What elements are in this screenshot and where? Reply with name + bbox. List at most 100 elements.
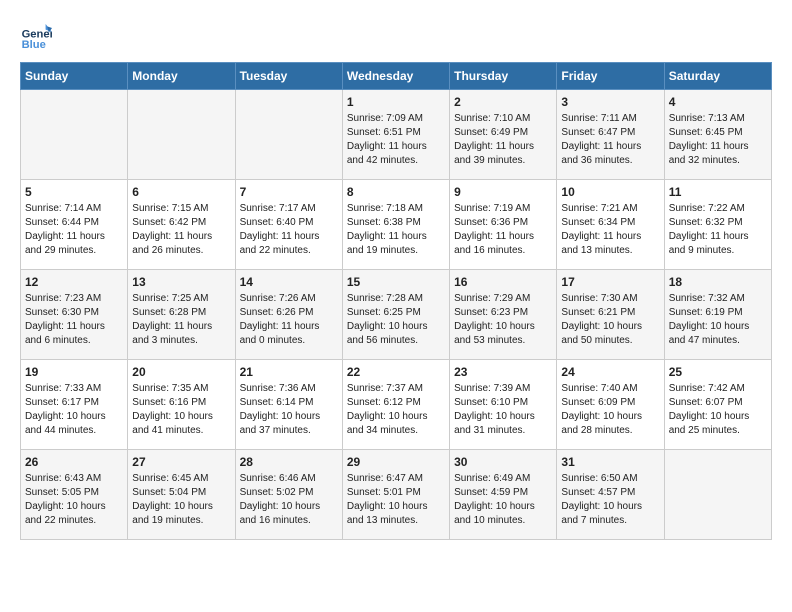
calendar-cell: 2 Sunrise: 7:10 AMSunset: 6:49 PMDaylight… (450, 90, 557, 180)
calendar-cell (128, 90, 235, 180)
weekday-header-sunday: Sunday (21, 63, 128, 90)
day-number: 19 (25, 365, 123, 379)
day-info: Sunrise: 7:35 AMSunset: 6:16 PMDaylight:… (132, 382, 230, 438)
week-row-4: 19 Sunrise: 7:33 AMSunset: 6:17 PMDayligh… (21, 360, 772, 450)
day-number: 16 (454, 275, 552, 289)
day-info: Sunrise: 7:28 AMSunset: 6:25 PMDaylight:… (347, 292, 445, 348)
calendar-cell: 5 Sunrise: 7:14 AMSunset: 6:44 PMDaylight… (21, 180, 128, 270)
calendar-table: SundayMondayTuesdayWednesdayThursdayFrid… (20, 62, 772, 540)
day-number: 8 (347, 185, 445, 199)
calendar-cell: 24 Sunrise: 7:40 AMSunset: 6:09 PMDayligh… (557, 360, 664, 450)
day-info: Sunrise: 6:46 AMSunset: 5:02 PMDaylight:… (240, 472, 338, 528)
weekday-header-wednesday: Wednesday (342, 63, 449, 90)
calendar-cell: 31 Sunrise: 6:50 AMSunset: 4:57 PMDayligh… (557, 450, 664, 540)
calendar-cell: 7 Sunrise: 7:17 AMSunset: 6:40 PMDaylight… (235, 180, 342, 270)
calendar-cell: 23 Sunrise: 7:39 AMSunset: 6:10 PMDayligh… (450, 360, 557, 450)
calendar-cell: 8 Sunrise: 7:18 AMSunset: 6:38 PMDaylight… (342, 180, 449, 270)
day-info: Sunrise: 7:32 AMSunset: 6:19 PMDaylight:… (669, 292, 767, 348)
day-info: Sunrise: 7:33 AMSunset: 6:17 PMDaylight:… (25, 382, 123, 438)
week-row-1: 1 Sunrise: 7:09 AMSunset: 6:51 PMDaylight… (21, 90, 772, 180)
day-number: 3 (561, 95, 659, 109)
calendar-cell: 10 Sunrise: 7:21 AMSunset: 6:34 PMDayligh… (557, 180, 664, 270)
day-number: 25 (669, 365, 767, 379)
day-number: 23 (454, 365, 552, 379)
calendar-cell: 17Sunrise: 7:30 AMSunset: 6:21 PMDayligh… (557, 270, 664, 360)
day-number: 9 (454, 185, 552, 199)
day-number: 4 (669, 95, 767, 109)
calendar-cell: 22Sunrise: 7:37 AMSunset: 6:12 PMDayligh… (342, 360, 449, 450)
day-number: 28 (240, 455, 338, 469)
page-header: General Blue (20, 20, 772, 52)
day-info: Sunrise: 7:10 AMSunset: 6:49 PMDaylight:… (454, 112, 552, 168)
day-number: 29 (347, 455, 445, 469)
day-info: Sunrise: 7:19 AMSunset: 6:36 PMDaylight:… (454, 202, 552, 258)
day-info: Sunrise: 7:40 AMSunset: 6:09 PMDaylight:… (561, 382, 659, 438)
weekday-header-friday: Friday (557, 63, 664, 90)
day-number: 26 (25, 455, 123, 469)
calendar-cell: 1 Sunrise: 7:09 AMSunset: 6:51 PMDaylight… (342, 90, 449, 180)
logo-icon: General Blue (20, 20, 52, 52)
day-info: Sunrise: 7:36 AMSunset: 6:14 PMDaylight:… (240, 382, 338, 438)
day-number: 27 (132, 455, 230, 469)
day-info: Sunrise: 7:37 AMSunset: 6:12 PMDaylight:… (347, 382, 445, 438)
day-info: Sunrise: 7:09 AMSunset: 6:51 PMDaylight:… (347, 112, 445, 168)
calendar-cell: 16 Sunrise: 7:29 AMSunset: 6:23 PMDayligh… (450, 270, 557, 360)
calendar-cell: 30Sunrise: 6:49 AMSunset: 4:59 PMDayligh… (450, 450, 557, 540)
weekday-header-saturday: Saturday (664, 63, 771, 90)
day-number: 14 (240, 275, 338, 289)
day-info: Sunrise: 7:30 AMSunset: 6:21 PMDaylight:… (561, 292, 659, 348)
weekday-header-monday: Monday (128, 63, 235, 90)
day-info: Sunrise: 6:45 AMSunset: 5:04 PMDaylight:… (132, 472, 230, 528)
weekday-header-tuesday: Tuesday (235, 63, 342, 90)
calendar-cell: 27 Sunrise: 6:45 AMSunset: 5:04 PMDayligh… (128, 450, 235, 540)
day-number: 31 (561, 455, 659, 469)
calendar-cell: 28 Sunrise: 6:46 AMSunset: 5:02 PMDayligh… (235, 450, 342, 540)
day-info: Sunrise: 7:26 AMSunset: 6:26 PMDaylight:… (240, 292, 338, 348)
calendar-cell: 20Sunrise: 7:35 AMSunset: 6:16 PMDayligh… (128, 360, 235, 450)
day-info: Sunrise: 7:15 AMSunset: 6:42 PMDaylight:… (132, 202, 230, 258)
day-number: 13 (132, 275, 230, 289)
calendar-cell: 11 Sunrise: 7:22 AMSunset: 6:32 PMDayligh… (664, 180, 771, 270)
day-info: Sunrise: 7:25 AMSunset: 6:28 PMDaylight:… (132, 292, 230, 348)
day-info: Sunrise: 6:47 AMSunset: 5:01 PMDaylight:… (347, 472, 445, 528)
day-number: 7 (240, 185, 338, 199)
day-info: Sunrise: 7:22 AMSunset: 6:32 PMDaylight:… (669, 202, 767, 258)
day-info: Sunrise: 6:49 AMSunset: 4:59 PMDaylight:… (454, 472, 552, 528)
weekday-header-row: SundayMondayTuesdayWednesdayThursdayFrid… (21, 63, 772, 90)
day-number: 1 (347, 95, 445, 109)
day-number: 12 (25, 275, 123, 289)
calendar-cell: 25Sunrise: 7:42 AMSunset: 6:07 PMDayligh… (664, 360, 771, 450)
calendar-cell: 26 Sunrise: 6:43 AMSunset: 5:05 PMDayligh… (21, 450, 128, 540)
calendar-cell: 13 Sunrise: 7:25 AMSunset: 6:28 PMDayligh… (128, 270, 235, 360)
calendar-cell: 4Sunrise: 7:13 AMSunset: 6:45 PMDaylight… (664, 90, 771, 180)
day-info: Sunrise: 7:11 AMSunset: 6:47 PMDaylight:… (561, 112, 659, 168)
day-number: 21 (240, 365, 338, 379)
calendar-cell: 9 Sunrise: 7:19 AMSunset: 6:36 PMDaylight… (450, 180, 557, 270)
week-row-3: 12Sunrise: 7:23 AMSunset: 6:30 PMDayligh… (21, 270, 772, 360)
calendar-cell (664, 450, 771, 540)
day-number: 15 (347, 275, 445, 289)
day-info: Sunrise: 7:39 AMSunset: 6:10 PMDaylight:… (454, 382, 552, 438)
day-info: Sunrise: 6:43 AMSunset: 5:05 PMDaylight:… (25, 472, 123, 528)
calendar-cell: 3 Sunrise: 7:11 AMSunset: 6:47 PMDaylight… (557, 90, 664, 180)
calendar-cell: 21 Sunrise: 7:36 AMSunset: 6:14 PMDayligh… (235, 360, 342, 450)
calendar-cell: 14 Sunrise: 7:26 AMSunset: 6:26 PMDayligh… (235, 270, 342, 360)
day-number: 2 (454, 95, 552, 109)
day-number: 18 (669, 275, 767, 289)
calendar-cell: 12Sunrise: 7:23 AMSunset: 6:30 PMDayligh… (21, 270, 128, 360)
day-info: Sunrise: 7:14 AMSunset: 6:44 PMDaylight:… (25, 202, 123, 258)
day-number: 11 (669, 185, 767, 199)
calendar-cell: 19 Sunrise: 7:33 AMSunset: 6:17 PMDayligh… (21, 360, 128, 450)
day-info: Sunrise: 7:21 AMSunset: 6:34 PMDaylight:… (561, 202, 659, 258)
day-info: Sunrise: 7:17 AMSunset: 6:40 PMDaylight:… (240, 202, 338, 258)
day-number: 5 (25, 185, 123, 199)
calendar-cell (21, 90, 128, 180)
calendar-cell (235, 90, 342, 180)
day-info: Sunrise: 7:18 AMSunset: 6:38 PMDaylight:… (347, 202, 445, 258)
day-number: 6 (132, 185, 230, 199)
day-number: 24 (561, 365, 659, 379)
calendar-cell: 15 Sunrise: 7:28 AMSunset: 6:25 PMDayligh… (342, 270, 449, 360)
day-info: Sunrise: 7:29 AMSunset: 6:23 PMDaylight:… (454, 292, 552, 348)
day-number: 10 (561, 185, 659, 199)
day-info: Sunrise: 6:50 AMSunset: 4:57 PMDaylight:… (561, 472, 659, 528)
